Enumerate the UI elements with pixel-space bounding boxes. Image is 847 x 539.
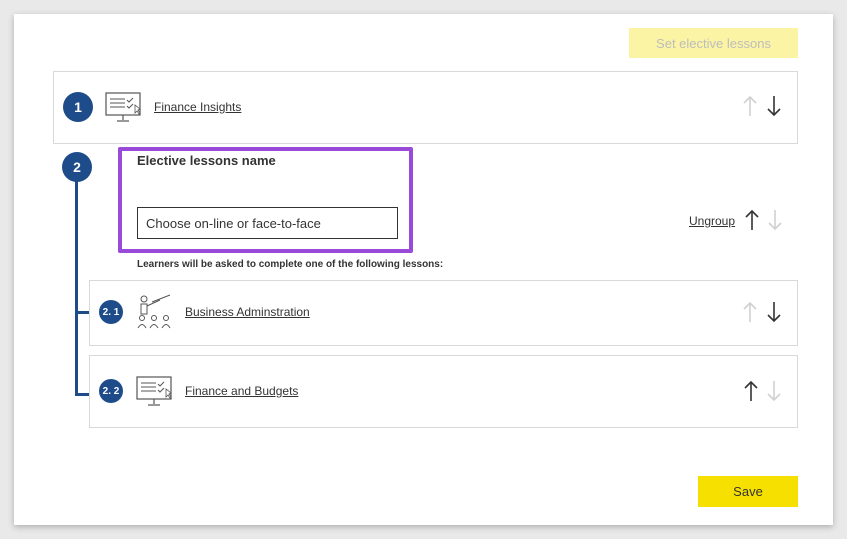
- lesson-title-link-1[interactable]: Finance Insights: [154, 100, 241, 114]
- elective-instruction-text: Learners will be asked to complete one o…: [137, 259, 444, 270]
- group-number-badge: 2: [62, 152, 92, 182]
- computer-screen-icon: [136, 376, 172, 406]
- sub-lesson-number-badge: 2. 2: [99, 379, 123, 403]
- set-elective-lessons-button[interactable]: Set elective lessons: [629, 28, 798, 58]
- sub-lesson-number-badge: 2. 1: [99, 300, 123, 324]
- move-down-arrow-icon[interactable]: [766, 301, 782, 323]
- group-connector-line: [75, 181, 78, 396]
- elective-lessons-name-label: Elective lessons name: [137, 153, 276, 168]
- sub-lesson-title-link-2-2[interactable]: Finance and Budgets: [185, 384, 298, 398]
- elective-lessons-name-input[interactable]: [137, 207, 398, 239]
- lesson-number-badge: 1: [63, 92, 93, 122]
- presenter-audience-icon: [137, 294, 171, 329]
- move-down-arrow-icon[interactable]: [766, 95, 782, 117]
- move-down-arrow-icon: [766, 380, 782, 402]
- save-button[interactable]: Save: [698, 476, 798, 507]
- move-up-arrow-icon: [742, 95, 758, 117]
- computer-screen-icon: [105, 92, 141, 122]
- group-move-down-arrow-icon: [767, 209, 783, 231]
- move-up-arrow-icon[interactable]: [743, 380, 759, 402]
- group-move-up-arrow-icon[interactable]: [744, 209, 760, 231]
- ungroup-link[interactable]: Ungroup: [689, 214, 735, 228]
- sub-lesson-title-link-2-1[interactable]: Business Adminstration: [185, 305, 310, 319]
- move-up-arrow-icon: [742, 301, 758, 323]
